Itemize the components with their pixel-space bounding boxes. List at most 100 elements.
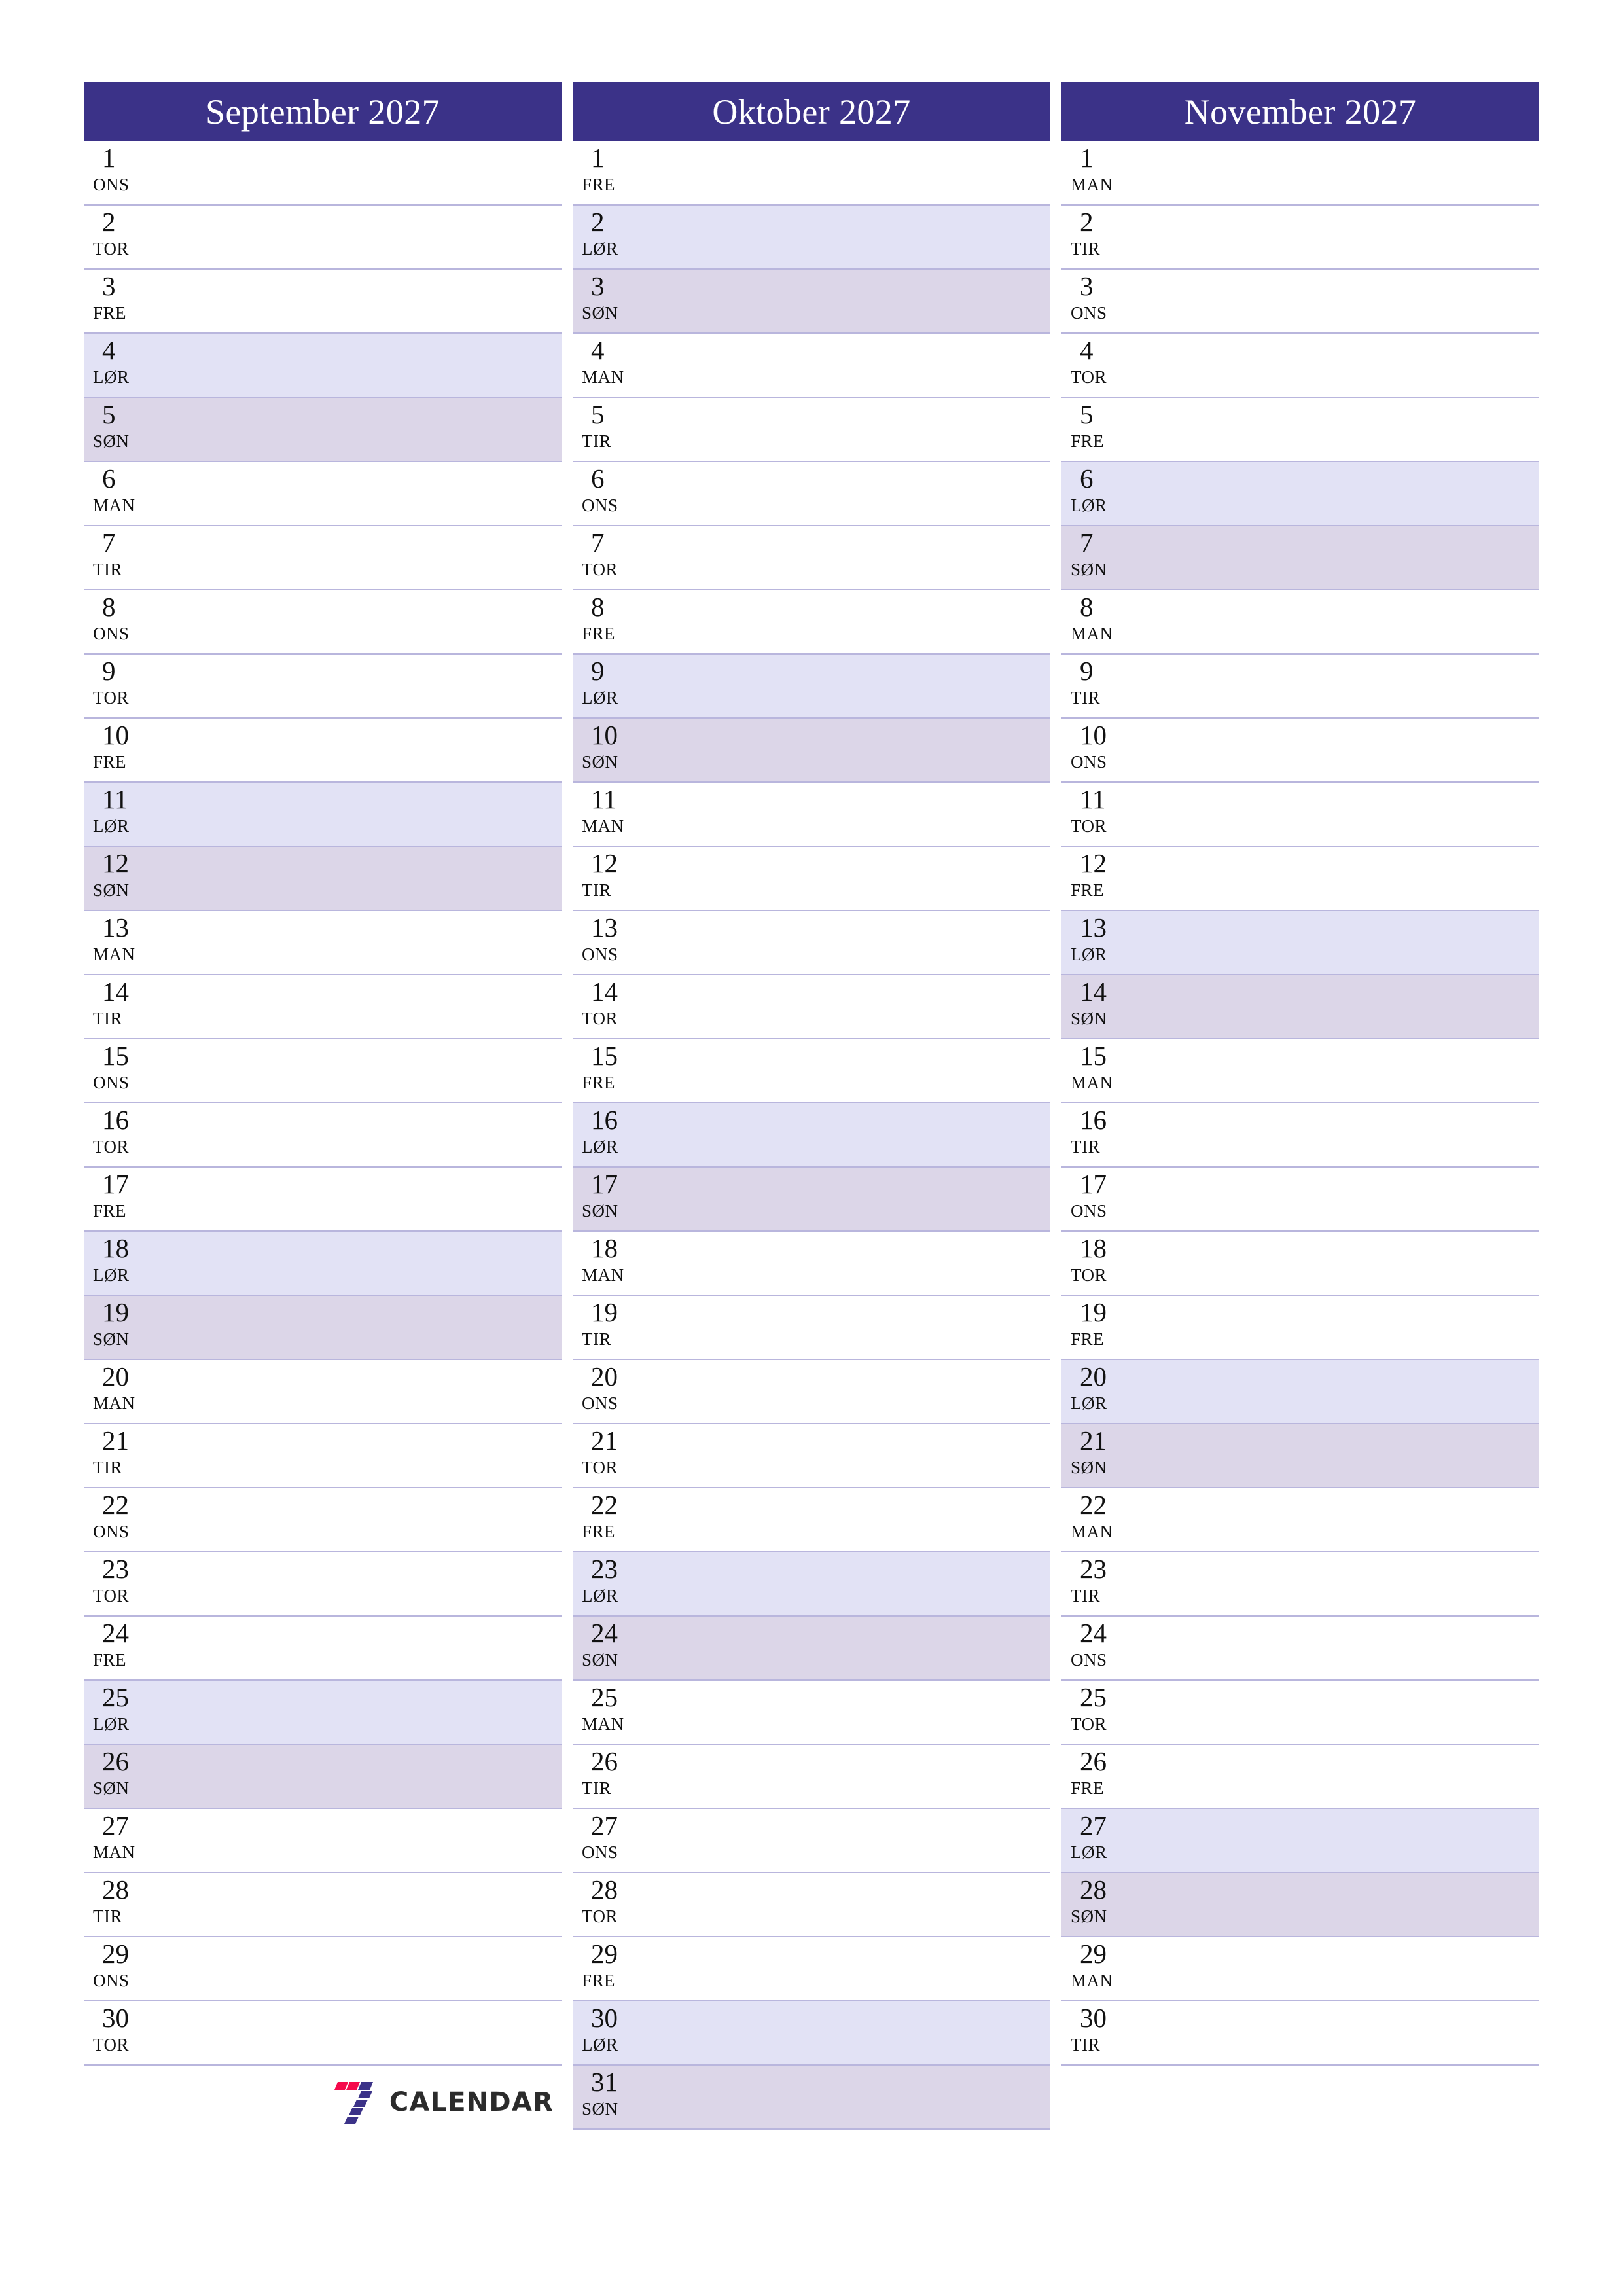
day-row[interactable]: 3 ONS (1061, 270, 1539, 334)
day-row[interactable]: 22 MAN (1061, 1488, 1539, 1552)
day-row[interactable]: 23 TOR (84, 1552, 562, 1617)
weekday-abbrev: SØN (582, 2099, 618, 2119)
day-row[interactable]: 18 TOR (1061, 1232, 1539, 1296)
day-row[interactable]: 8 ONS (84, 590, 562, 655)
day-row[interactable]: 18 LØR (84, 1232, 562, 1296)
day-row[interactable]: 11 MAN (573, 783, 1050, 847)
day-row[interactable]: 29 ONS (84, 1937, 562, 2001)
weekday-abbrev: MAN (93, 944, 135, 964)
day-row[interactable]: 7 TOR (573, 526, 1050, 590)
day-row[interactable]: 25 LØR (84, 1681, 562, 1745)
day-number: 13 (102, 912, 129, 942)
day-row[interactable]: 9 LØR (573, 655, 1050, 719)
day-row[interactable]: 9 TIR (1061, 655, 1539, 719)
day-row[interactable]: 19 TIR (573, 1296, 1050, 1360)
day-row[interactable]: 27 MAN (84, 1809, 562, 1873)
day-row[interactable]: 21 TOR (573, 1424, 1050, 1488)
day-row[interactable]: 4 TOR (1061, 334, 1539, 398)
day-row[interactable]: 19 SØN (84, 1296, 562, 1360)
weekday-abbrev: TOR (1071, 1714, 1107, 1734)
day-row[interactable]: 26 SØN (84, 1745, 562, 1809)
day-row[interactable]: 27 ONS (573, 1809, 1050, 1873)
day-row[interactable]: 20 MAN (84, 1360, 562, 1424)
day-row[interactable]: 1 FRE (573, 141, 1050, 206)
day-row[interactable]: 2 TOR (84, 206, 562, 270)
day-row[interactable]: 7 TIR (84, 526, 562, 590)
day-row[interactable]: 2 TIR (1061, 206, 1539, 270)
day-row[interactable]: 3 FRE (84, 270, 562, 334)
day-row[interactable]: 24 ONS (1061, 1617, 1539, 1681)
day-row[interactable]: 11 TOR (1061, 783, 1539, 847)
day-row[interactable]: 30 TIR (1061, 2001, 1539, 2066)
day-row[interactable]: 31 SØN (573, 2066, 1050, 2130)
day-row[interactable]: 2 LØR (573, 206, 1050, 270)
day-row[interactable]: 22 ONS (84, 1488, 562, 1552)
day-row[interactable]: 29 FRE (573, 1937, 1050, 2001)
day-row[interactable]: 15 MAN (1061, 1039, 1539, 1103)
day-row[interactable]: 17 FRE (84, 1168, 562, 1232)
day-row[interactable]: 21 TIR (84, 1424, 562, 1488)
day-row[interactable]: 10 ONS (1061, 719, 1539, 783)
day-row[interactable]: 13 ONS (573, 911, 1050, 975)
day-row[interactable]: 14 TIR (84, 975, 562, 1039)
day-row[interactable]: 11 LØR (84, 783, 562, 847)
day-number: 28 (591, 1874, 618, 1905)
day-row[interactable]: 4 MAN (573, 334, 1050, 398)
day-row[interactable]: 13 LØR (1061, 911, 1539, 975)
day-row[interactable]: 12 TIR (573, 847, 1050, 911)
day-row[interactable]: 23 TIR (1061, 1552, 1539, 1617)
day-row[interactable]: 25 TOR (1061, 1681, 1539, 1745)
day-row[interactable]: 5 TIR (573, 398, 1050, 462)
day-row[interactable]: 16 LØR (573, 1103, 1050, 1168)
weekday-abbrev: FRE (93, 1201, 127, 1221)
day-row[interactable]: 28 TOR (573, 1873, 1050, 1937)
day-row[interactable]: 1 MAN (1061, 141, 1539, 206)
day-row[interactable]: 16 TIR (1061, 1103, 1539, 1168)
day-row[interactable]: 26 TIR (573, 1745, 1050, 1809)
day-row[interactable]: 9 TOR (84, 655, 562, 719)
day-row[interactable]: 30 LØR (573, 2001, 1050, 2066)
day-row[interactable]: 28 SØN (1061, 1873, 1539, 1937)
day-row[interactable]: 5 SØN (84, 398, 562, 462)
day-row[interactable]: 22 FRE (573, 1488, 1050, 1552)
day-row[interactable]: 27 LØR (1061, 1809, 1539, 1873)
day-row[interactable]: 5 FRE (1061, 398, 1539, 462)
day-row[interactable]: 10 FRE (84, 719, 562, 783)
day-row[interactable]: 16 TOR (84, 1103, 562, 1168)
day-row[interactable]: 6 ONS (573, 462, 1050, 526)
day-row[interactable]: 1 ONS (84, 141, 562, 206)
day-row[interactable]: 30 TOR (84, 2001, 562, 2066)
day-row[interactable]: 17 ONS (1061, 1168, 1539, 1232)
day-row[interactable]: 23 LØR (573, 1552, 1050, 1617)
day-row[interactable]: 18 MAN (573, 1232, 1050, 1296)
day-row[interactable]: 15 ONS (84, 1039, 562, 1103)
day-row[interactable]: 15 FRE (573, 1039, 1050, 1103)
day-row[interactable]: 6 LØR (1061, 462, 1539, 526)
day-row[interactable]: 6 MAN (84, 462, 562, 526)
day-row[interactable]: 29 MAN (1061, 1937, 1539, 2001)
day-row[interactable]: 17 SØN (573, 1168, 1050, 1232)
day-number: 20 (591, 1361, 618, 1391)
day-row[interactable]: 28 TIR (84, 1873, 562, 1937)
day-row[interactable]: 24 FRE (84, 1617, 562, 1681)
day-row[interactable]: 20 LØR (1061, 1360, 1539, 1424)
day-row[interactable]: 4 LØR (84, 334, 562, 398)
day-row[interactable]: 20 ONS (573, 1360, 1050, 1424)
day-row[interactable]: 10 SØN (573, 719, 1050, 783)
day-row[interactable]: 8 MAN (1061, 590, 1539, 655)
day-row[interactable]: 19 FRE (1061, 1296, 1539, 1360)
day-row[interactable]: 21 SØN (1061, 1424, 1539, 1488)
day-row[interactable]: 13 MAN (84, 911, 562, 975)
day-row[interactable]: 25 MAN (573, 1681, 1050, 1745)
day-row[interactable]: 14 SØN (1061, 975, 1539, 1039)
day-row[interactable]: 7 SØN (1061, 526, 1539, 590)
day-row[interactable]: 12 FRE (1061, 847, 1539, 911)
day-row[interactable]: 3 SØN (573, 270, 1050, 334)
day-row[interactable]: 14 TOR (573, 975, 1050, 1039)
day-row[interactable]: 12 SØN (84, 847, 562, 911)
day-number: 1 (1080, 143, 1094, 173)
day-row[interactable]: 8 FRE (573, 590, 1050, 655)
day-row[interactable]: 24 SØN (573, 1617, 1050, 1681)
day-row[interactable]: 26 FRE (1061, 1745, 1539, 1809)
weekday-abbrev: TOR (93, 239, 130, 259)
